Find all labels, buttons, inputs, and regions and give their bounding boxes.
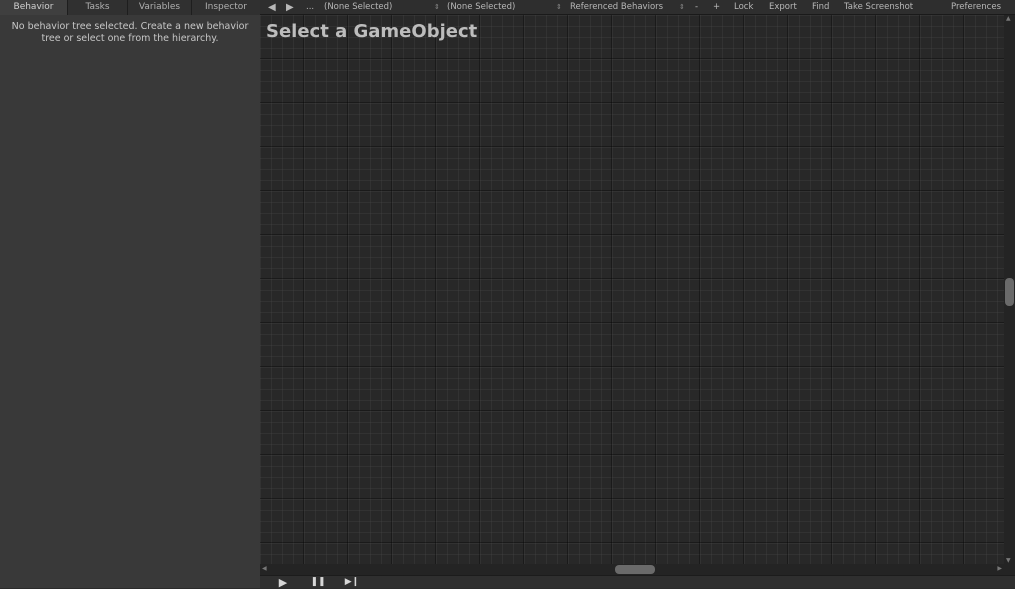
horizontal-scrollbar[interactable]: ◀ ▶ [260,564,1004,575]
object-select-dropdown[interactable]: (None Selected) [324,0,392,15]
tab-inspector[interactable]: Inspector [192,0,260,15]
find-button[interactable]: Find [812,0,829,15]
behavior-select-value: (None Selected) [447,2,516,12]
ellipsis-button[interactable]: ... [306,0,314,15]
horizontal-scroll-thumb[interactable] [615,565,655,574]
object-select-value: (None Selected) [324,2,393,12]
dropdown-arrows-icon: ⇕ [679,3,685,11]
graph-canvas[interactable]: Select a GameObject [260,15,1004,564]
remove-button[interactable]: - [695,0,698,15]
toolbar: ◀ ▶ ... (None Selected) ⇕ (None Selected… [260,0,1015,15]
vertical-scroll-thumb[interactable] [1005,278,1014,306]
behavior-select-dropdown[interactable]: (None Selected) [447,0,515,15]
export-button[interactable]: Export [769,0,797,15]
scroll-left-icon[interactable]: ◀ [262,565,267,572]
lock-button[interactable]: Lock [734,0,753,15]
add-button[interactable]: + [713,0,720,15]
panel-tabs: Behavior Tasks Variables Inspector [0,0,260,15]
back-icon[interactable]: ◀ [268,0,276,15]
referenced-behaviors-label: Referenced Behaviors [570,2,664,12]
vertical-scrollbar[interactable]: ▲ ▼ [1004,15,1015,564]
dropdown-arrows-icon: ⇕ [556,3,562,11]
dropdown-arrows-icon: ⇕ [434,3,440,11]
tab-variables[interactable]: Variables [128,0,192,15]
tab-tasks[interactable]: Tasks [68,0,128,15]
tab-behavior[interactable]: Behavior [0,0,68,15]
scroll-up-icon[interactable]: ▲ [1006,15,1011,22]
playback-bar: ▶ ❚❚ ▶❙ [260,575,1015,589]
pause-icon[interactable]: ❚❚ [306,576,330,589]
step-icon[interactable]: ▶❙ [340,576,364,589]
graph-title: Select a GameObject [266,21,478,42]
play-icon[interactable]: ▶ [271,576,295,589]
forward-icon[interactable]: ▶ [286,0,294,15]
take-screenshot-button[interactable]: Take Screenshot [844,0,913,15]
preferences-button[interactable]: Preferences [951,0,1001,15]
referenced-behaviors-dropdown[interactable]: Referenced Behaviors [570,0,663,15]
scroll-down-icon[interactable]: ▼ [1006,557,1011,564]
scroll-right-icon[interactable]: ▶ [997,565,1002,572]
left-panel: Behavior Tasks Variables Inspector No be… [0,0,260,588]
no-tree-message: No behavior tree selected. Create a new … [11,21,249,44]
scrollbar-corner [1004,564,1015,575]
